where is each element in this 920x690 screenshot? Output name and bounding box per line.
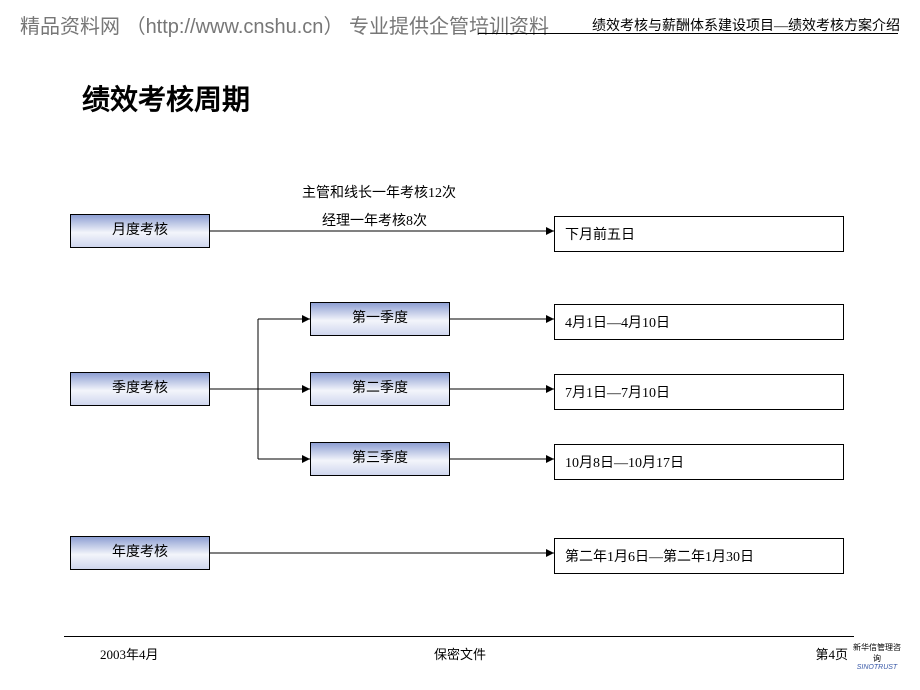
- box-monthly-label: 月度考核: [112, 223, 168, 238]
- page-header: 精品资料网 （http://www.cnshu.cn） 专业提供企管培训资料 绩…: [0, 10, 920, 39]
- box-q2: 第二季度: [310, 372, 450, 406]
- tagline: 专业提供企管培训资料: [349, 16, 549, 38]
- box-q3-label: 第三季度: [352, 451, 408, 466]
- brand-en: SINOTRUST: [850, 664, 904, 671]
- site-name: 精品资料网: [20, 16, 120, 38]
- result-monthly-text: 下月前五日: [565, 228, 635, 243]
- result-yearly-text: 第二年1月6日—第二年1月30日: [565, 550, 754, 565]
- footer-divider: [64, 636, 854, 637]
- box-yearly: 年度考核: [70, 536, 210, 570]
- slide-title: 绩效考核周期: [82, 78, 250, 118]
- result-q1: 4月1日—4月10日: [554, 304, 844, 340]
- result-yearly: 第二年1月6日—第二年1月30日: [554, 538, 844, 574]
- brand-logo: 新华信管理咨询 SINOTRUST: [850, 642, 904, 671]
- url-prefix: （: [126, 16, 146, 38]
- note-line-1: 主管和线长一年考核12次: [302, 182, 456, 202]
- box-q2-label: 第二季度: [352, 381, 408, 396]
- box-q1-label: 第一季度: [352, 311, 408, 326]
- header-divider: [478, 33, 898, 34]
- box-q3: 第三季度: [310, 442, 450, 476]
- site-url: http://www.cnshu.cn: [146, 16, 324, 38]
- note-line-2: 经理一年考核8次: [322, 210, 427, 230]
- box-monthly: 月度考核: [70, 214, 210, 248]
- box-quarterly-label: 季度考核: [112, 381, 168, 396]
- box-yearly-label: 年度考核: [112, 545, 168, 560]
- result-q2: 7月1日—7月10日: [554, 374, 844, 410]
- watermark-text: 精品资料网 （http://www.cnshu.cn） 专业提供企管培训资料: [20, 10, 549, 39]
- doc-title: 绩效考核与薪酬体系建设项目—绩效考核方案介绍: [592, 15, 900, 35]
- brand-cn: 新华信管理咨询: [850, 642, 904, 664]
- box-q1: 第一季度: [310, 302, 450, 336]
- result-q1-text: 4月1日—4月10日: [565, 316, 670, 331]
- result-q3-text: 10月8日—10月17日: [565, 456, 684, 471]
- result-q3: 10月8日—10月17日: [554, 444, 844, 480]
- footer-confidential: 保密文件: [0, 644, 920, 663]
- box-quarterly: 季度考核: [70, 372, 210, 406]
- result-q2-text: 7月1日—7月10日: [565, 386, 670, 401]
- result-monthly: 下月前五日: [554, 216, 844, 252]
- footer-page: 第4页: [815, 644, 848, 663]
- url-suffix: ）: [323, 16, 343, 38]
